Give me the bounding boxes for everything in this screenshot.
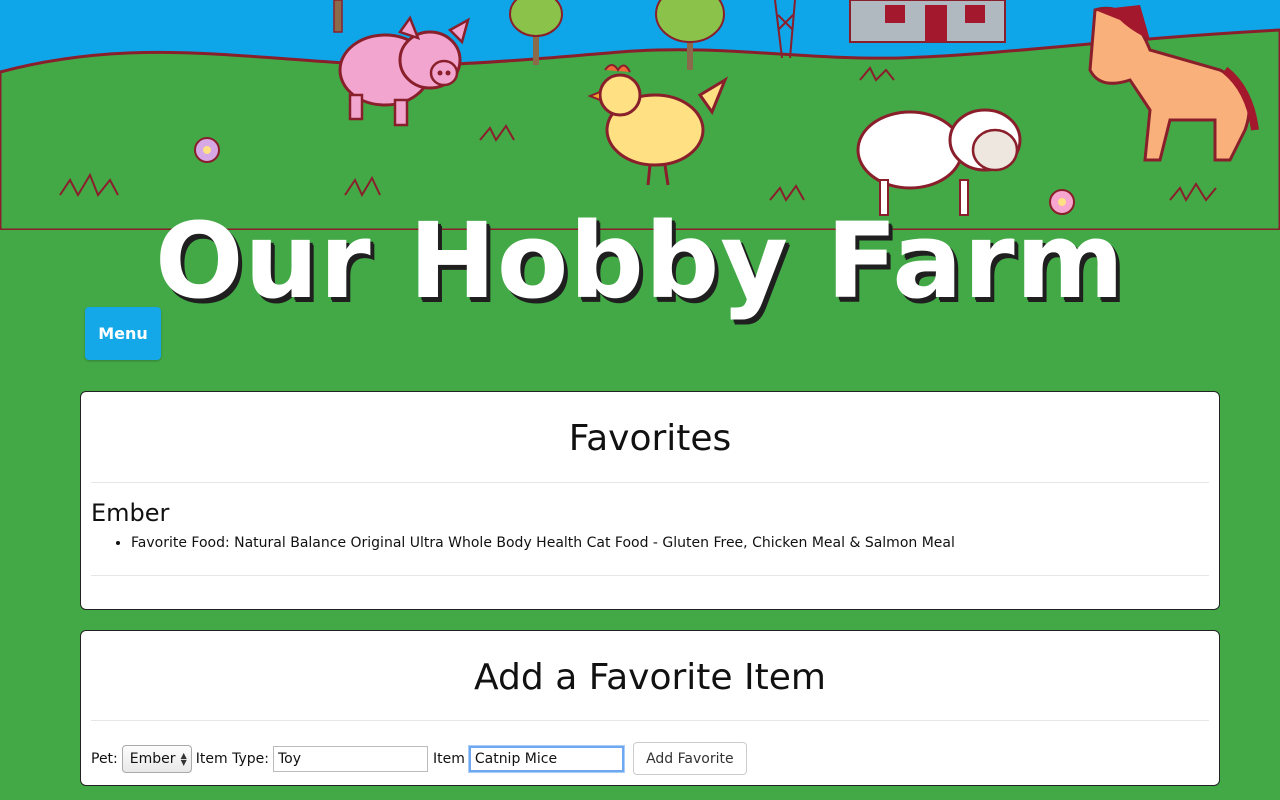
list-item: Favorite Food: Natural Balance Original … [131,533,1209,553]
item-label: Item [432,750,465,767]
item-input[interactable] [468,745,624,772]
pet-label: Pet: [91,750,118,767]
divider [91,482,1209,483]
pet-select-value: Ember [129,750,176,767]
menu-button[interactable]: Menu [85,307,161,360]
add-favorite-form: Pet: Ember ▲▼ Item Type: Item Add Favori… [91,742,1209,775]
divider [91,575,1209,576]
select-arrows-icon: ▲ ▼ [180,750,187,767]
item-type-label: Item Type: [195,750,269,767]
pet-name: Ember [91,499,170,527]
divider [91,720,1209,721]
add-favorite-title: Add a Favorite Item [474,657,826,698]
pet-favorites-group: Ember Favorite Food: Natural Balance Ori… [91,499,1209,553]
site-title: Our Hobby Farm [154,200,1126,322]
flower-icon [194,137,220,163]
favorites-title: Favorites [568,418,732,459]
add-favorite-button[interactable]: Add Favorite [632,742,747,775]
pet-select[interactable]: Ember ▲ ▼ [121,744,192,773]
favorites-panel: Favorites Ember Favorite Food: Natural B… [80,391,1220,610]
add-favorite-panel: Add a Favorite Item Pet: Ember ▲ ▼ Item T… [80,630,1220,786]
favorite-items-list: Favorite Food: Natural Balance Original … [91,533,1209,553]
item-type-input[interactable] [272,745,428,772]
